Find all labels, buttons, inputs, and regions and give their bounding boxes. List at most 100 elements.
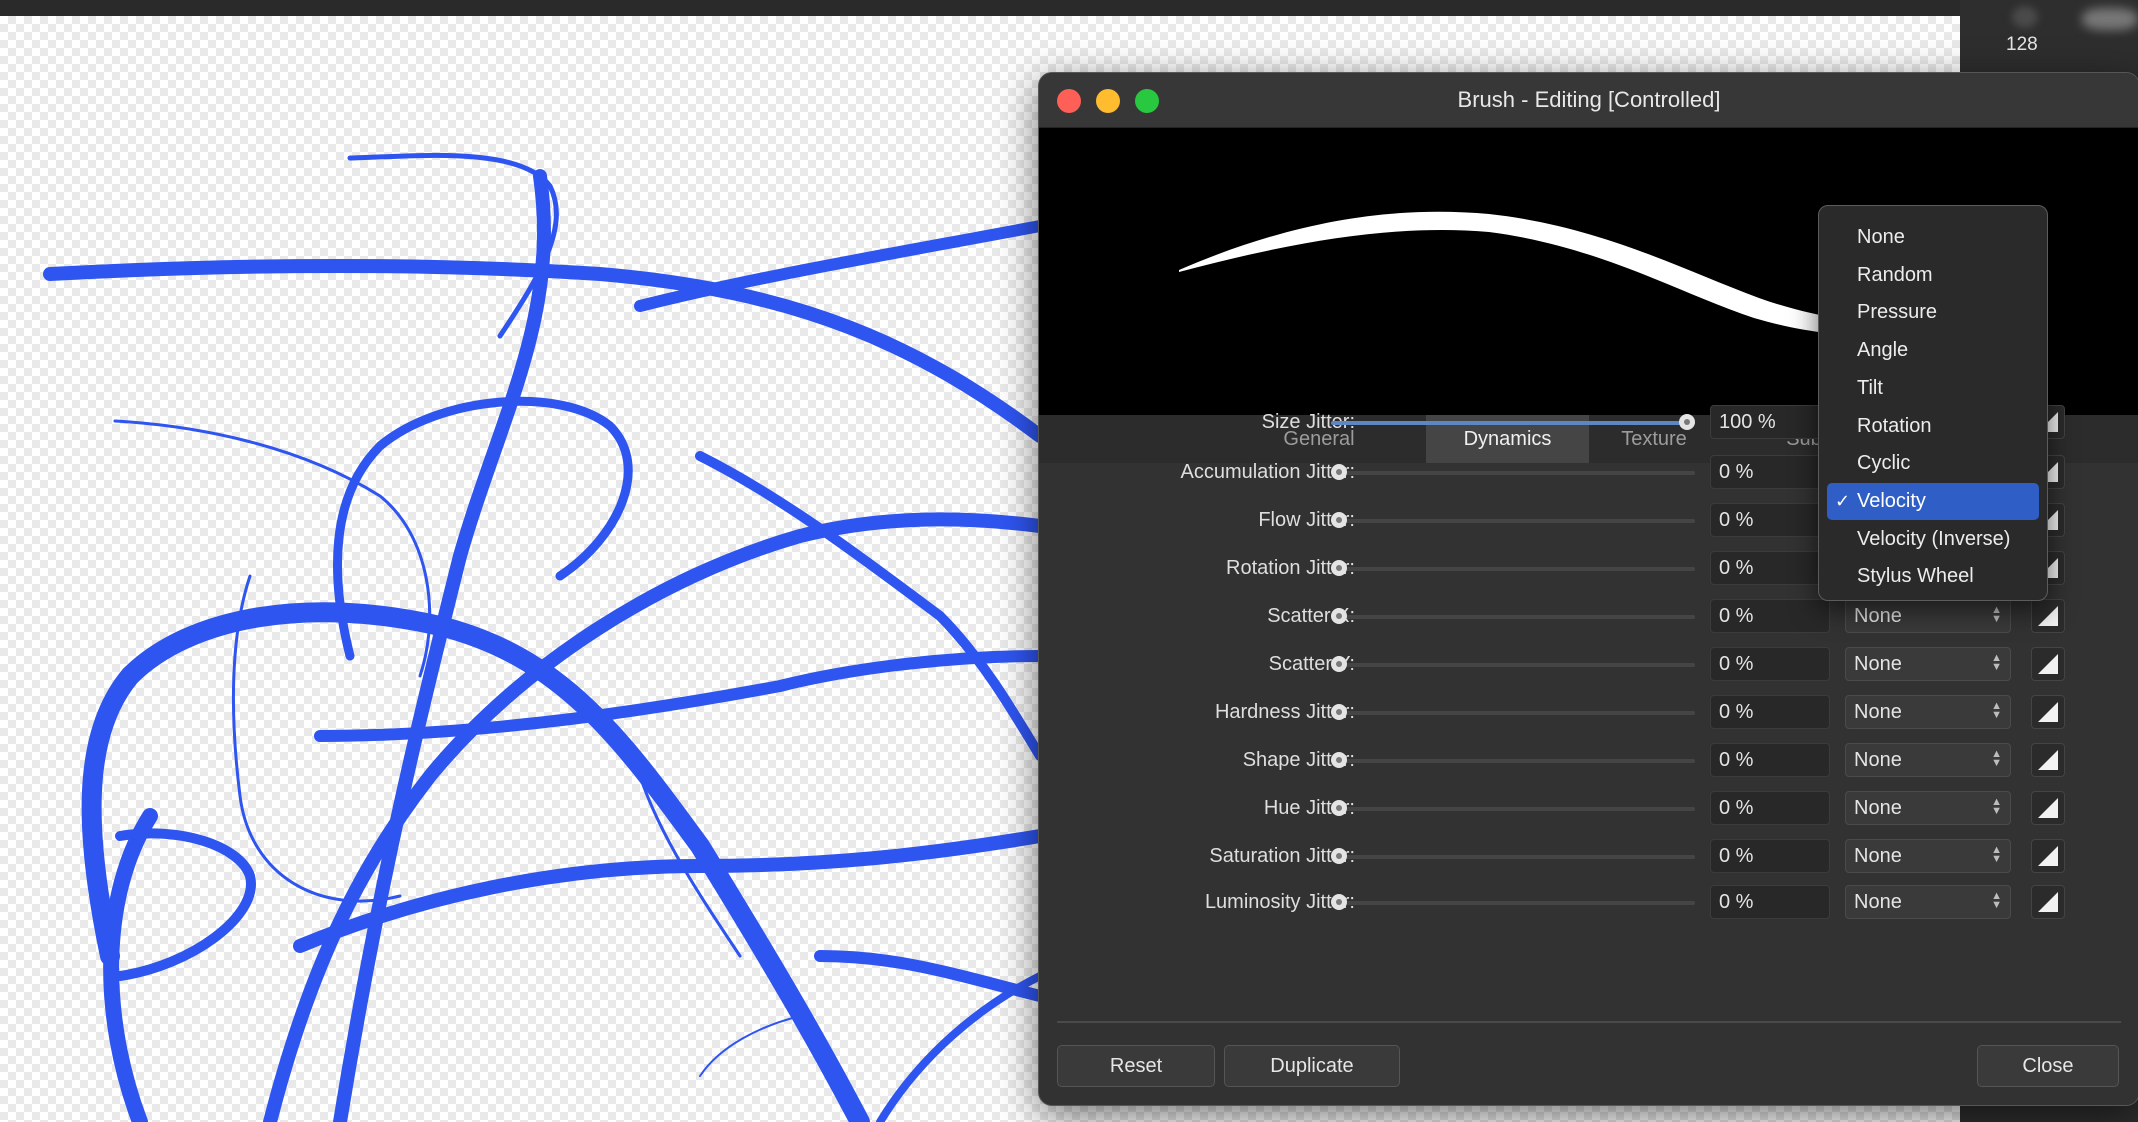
slider-fill bbox=[1331, 421, 1695, 425]
flow-jitter-value-field[interactable]: 0 % bbox=[1710, 503, 1830, 537]
up-down-chevron-icon: ▲▼ bbox=[1991, 700, 2002, 721]
size-jitter-slider[interactable] bbox=[1331, 421, 1695, 425]
up-down-chevron-icon: ▲▼ bbox=[1991, 844, 2002, 865]
slider-knob[interactable] bbox=[1331, 512, 1347, 528]
pressure-curve-icon[interactable] bbox=[2031, 743, 2065, 777]
dropdown-option-angle[interactable]: Angle bbox=[1827, 332, 2039, 369]
slider-knob[interactable] bbox=[1331, 464, 1347, 480]
accumulation-jitter-value-field[interactable]: 0 % bbox=[1710, 455, 1830, 489]
pressure-curve-icon[interactable] bbox=[2031, 695, 2065, 729]
scatter-x-jitter-row: Scatter X: 0 % None ▲ ▼ bbox=[1039, 595, 2138, 639]
shape-jitter-value-field[interactable]: 0 % bbox=[1710, 743, 1830, 777]
pressure-curve-icon[interactable] bbox=[2031, 791, 2065, 825]
up-down-chevron-icon: ▲▼ bbox=[1991, 748, 2002, 769]
dropdown-option-cyclic[interactable]: Cyclic bbox=[1827, 445, 2039, 482]
hardness-jitter-value-field[interactable]: 0 % bbox=[1710, 695, 1830, 729]
controller-select-value: None bbox=[1854, 749, 1902, 771]
dropdown-option-pressure[interactable]: Pressure bbox=[1827, 294, 2039, 331]
slider-knob[interactable] bbox=[1331, 894, 1347, 910]
slider-knob[interactable] bbox=[1331, 704, 1347, 720]
controller-select-value: None bbox=[1854, 797, 1902, 819]
controller-select-value: None bbox=[1854, 701, 1902, 723]
checkmark-icon: ✓ bbox=[1835, 490, 1851, 511]
duplicate-button[interactable]: Duplicate bbox=[1224, 1045, 1400, 1087]
dropdown-option-label: Cyclic bbox=[1857, 452, 1911, 475]
pressure-curve-icon[interactable] bbox=[2031, 599, 2065, 633]
scatter-y-jitter-slider[interactable] bbox=[1331, 663, 1695, 667]
rotation-jitter-value-field[interactable]: 0 % bbox=[1710, 551, 1830, 585]
slider-knob[interactable] bbox=[1331, 560, 1347, 576]
scatter-y-jitter-value-field[interactable]: 0 % bbox=[1710, 647, 1830, 681]
dropdown-option-label: Velocity bbox=[1857, 489, 1926, 512]
dropdown-option-velocity[interactable]: ✓ Velocity bbox=[1827, 482, 2039, 520]
dropdown-option-none[interactable]: None bbox=[1827, 219, 2039, 256]
hue-jitter-row: Hue Jitter: 0 % None ▲ ▼ bbox=[1039, 787, 2138, 831]
controller-select-value: None bbox=[1854, 653, 1902, 675]
scatter-x-jitter-value-field[interactable]: 0 % bbox=[1710, 599, 1830, 633]
scatter-y-jitter-row: Scatter Y: 0 % None ▲ ▼ bbox=[1039, 643, 2138, 687]
up-down-chevron-icon: ▲▼ bbox=[1991, 890, 2002, 911]
accumulation-jitter-slider[interactable] bbox=[1331, 471, 1695, 475]
up-down-chevron-icon: ▲▼ bbox=[1991, 604, 2002, 625]
luminosity-jitter-value-field[interactable]: 0 % bbox=[1710, 885, 1830, 919]
saturation-jitter-value-field[interactable]: 0 % bbox=[1710, 839, 1830, 873]
saturation-jitter-row: Saturation Jitter: 0 % None ▲ ▼ bbox=[1039, 835, 2138, 879]
hardness-controller-select[interactable]: None ▲ ▼ bbox=[1845, 695, 2011, 729]
dropdown-option-random[interactable]: Random bbox=[1827, 257, 2039, 294]
shape-jitter-row: Shape Jitter: 0 % None ▲ ▼ bbox=[1039, 739, 2138, 783]
dropdown-option-label: Random bbox=[1857, 263, 1933, 286]
controller-select-value: None bbox=[1854, 891, 1902, 913]
slider-knob[interactable] bbox=[1331, 848, 1347, 864]
controller-select-value: None bbox=[1854, 605, 1902, 627]
scatter-y-controller-select[interactable]: None ▲ ▼ bbox=[1845, 647, 2011, 681]
up-down-chevron-icon: ▲▼ bbox=[1991, 796, 2002, 817]
slider-knob[interactable] bbox=[1331, 608, 1347, 624]
dropdown-option-label: Rotation bbox=[1857, 414, 1932, 437]
reset-button[interactable]: Reset bbox=[1057, 1045, 1215, 1087]
luminosity-jitter-slider[interactable] bbox=[1331, 901, 1695, 905]
hardness-jitter-row: Hardness Jitter: 0 % None ▲ ▼ bbox=[1039, 691, 2138, 735]
saturation-controller-select[interactable]: None ▲ ▼ bbox=[1845, 839, 2011, 873]
pressure-curve-icon[interactable] bbox=[2031, 839, 2065, 873]
saturation-jitter-slider[interactable] bbox=[1331, 855, 1695, 859]
slider-knob[interactable] bbox=[1331, 656, 1347, 672]
dialog-title: Brush - Editing [Controlled] bbox=[1457, 87, 1721, 112]
controller-select-value: None bbox=[1854, 845, 1902, 867]
scatter-x-jitter-slider[interactable] bbox=[1331, 615, 1695, 619]
hue-controller-select[interactable]: None ▲ ▼ bbox=[1845, 791, 2011, 825]
close-button[interactable]: Close bbox=[1977, 1045, 2119, 1087]
dropdown-option-stylus-wheel[interactable]: Stylus Wheel bbox=[1827, 558, 2039, 595]
hardness-jitter-slider[interactable] bbox=[1331, 711, 1695, 715]
dropdown-option-label: Tilt bbox=[1857, 376, 1883, 399]
luminosity-controller-select[interactable]: None ▲ ▼ bbox=[1845, 885, 2011, 919]
dropdown-option-velocity-inverse[interactable]: Velocity (Inverse) bbox=[1827, 521, 2039, 558]
dropdown-option-label: Angle bbox=[1857, 339, 1909, 362]
controller-dropdown-menu: None Random Pressure Angle Tilt Rotation Cycli… bbox=[1818, 205, 2048, 601]
slider-knob[interactable] bbox=[1331, 752, 1347, 768]
dropdown-option-rotation[interactable]: Rotation bbox=[1827, 408, 2039, 445]
dropdown-option-label: Stylus Wheel bbox=[1857, 565, 1974, 588]
side-panel-value: 128 bbox=[2006, 34, 2038, 55]
luminosity-jitter-row: Luminosity Jitter: 0 % None ▲ ▼ bbox=[1039, 881, 2138, 925]
side-panel-swatch bbox=[2082, 8, 2138, 30]
dropdown-option-label: Velocity (Inverse) bbox=[1857, 527, 2011, 550]
pressure-curve-icon[interactable] bbox=[2031, 885, 2065, 919]
slider-knob[interactable] bbox=[1679, 414, 1695, 430]
footer-divider bbox=[1057, 1021, 2121, 1023]
up-down-chevron-icon: ▲▼ bbox=[1991, 652, 2002, 673]
shape-jitter-slider[interactable] bbox=[1331, 759, 1695, 763]
top-toolbar bbox=[0, 0, 2138, 16]
accumulation-jitter-label: Accumulation Jitter: bbox=[1180, 461, 1355, 483]
dropdown-option-label: None bbox=[1857, 226, 1905, 248]
hue-jitter-slider[interactable] bbox=[1331, 807, 1695, 811]
dropdown-option-tilt[interactable]: Tilt bbox=[1827, 370, 2039, 407]
shape-controller-select[interactable]: None ▲ ▼ bbox=[1845, 743, 2011, 777]
size-jitter-value-field[interactable]: 100 % bbox=[1710, 405, 1830, 439]
scatter-x-controller-select[interactable]: None ▲ ▼ bbox=[1845, 599, 2011, 633]
rotation-jitter-slider[interactable] bbox=[1331, 567, 1695, 571]
slider-knob[interactable] bbox=[1331, 800, 1347, 816]
side-panel-icon bbox=[2012, 6, 2038, 28]
pressure-curve-icon[interactable] bbox=[2031, 647, 2065, 681]
flow-jitter-slider[interactable] bbox=[1331, 519, 1695, 523]
hue-jitter-value-field[interactable]: 0 % bbox=[1710, 791, 1830, 825]
